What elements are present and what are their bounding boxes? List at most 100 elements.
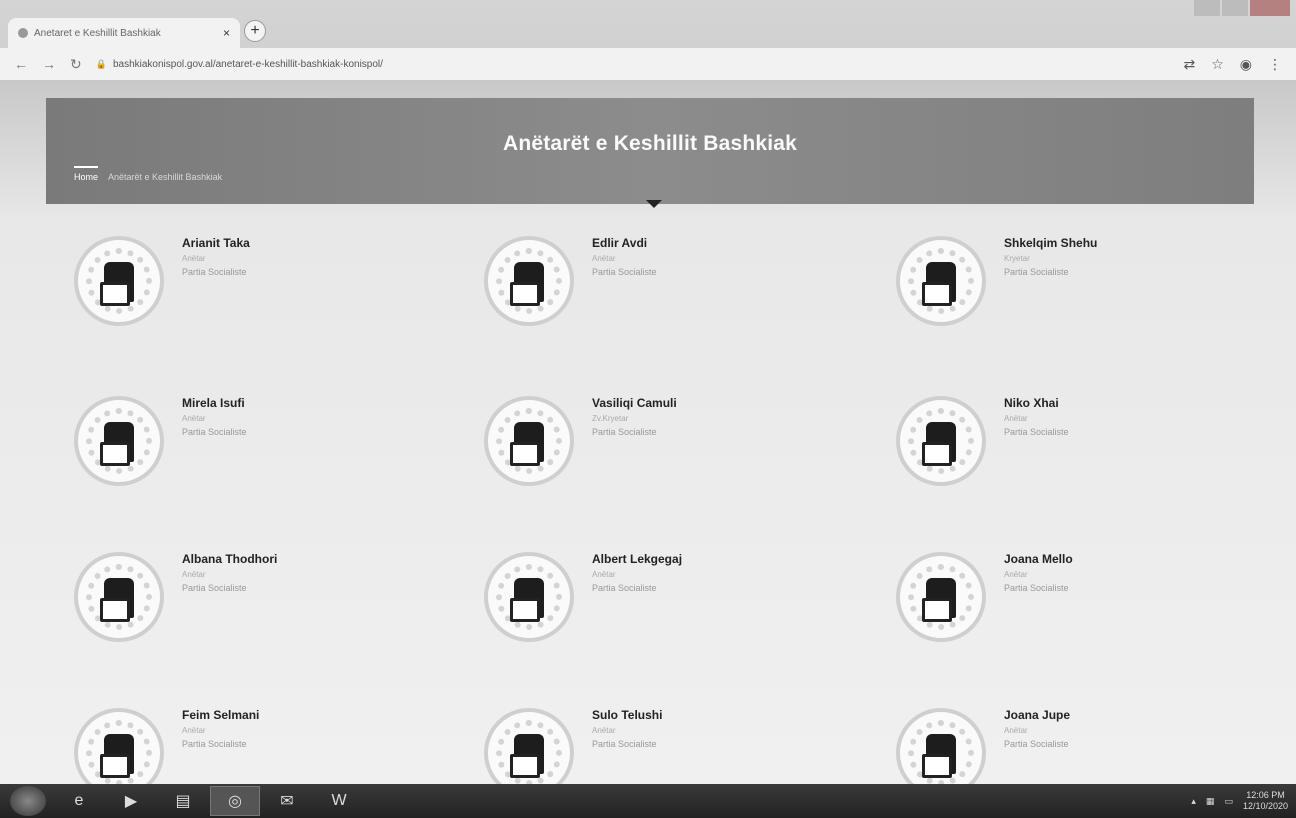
member-name: Mirela Isufi	[182, 396, 245, 410]
breadcrumb-current: Anëtarët e Keshillit Bashkiak	[108, 172, 223, 182]
member-card[interactable]: Shkelqim Shehu Kryetar Partia Socialiste	[868, 226, 1268, 376]
browser-toolbar: ← → ↻ 🔒 bashkiakonispol.gov.al/anetaret-…	[0, 48, 1296, 80]
member-party: Partia Socialiste	[182, 583, 247, 593]
member-role: Kryetar	[1004, 254, 1030, 263]
url-text: bashkiakonispol.gov.al/anetaret-e-keshil…	[112, 58, 383, 70]
menu-icon[interactable]: ⋮	[1268, 56, 1282, 73]
member-name: Feim Selmani	[182, 708, 260, 722]
party-logo-icon	[484, 396, 574, 486]
member-party: Partia Socialiste	[592, 267, 657, 277]
member-party: Partia Socialiste	[182, 427, 247, 437]
clock[interactable]: 12:06 PM 12/10/2020	[1243, 790, 1288, 812]
member-name: Niko Xhai	[1004, 396, 1059, 410]
back-icon[interactable]: ←	[14, 56, 28, 72]
member-card[interactable]: Mirela Isufi Anëtar Partia Socialiste	[46, 386, 446, 536]
internet-explorer-icon[interactable]: e	[54, 786, 104, 816]
member-card[interactable]: Edlir Avdi Anëtar Partia Socialiste	[456, 226, 856, 376]
member-name: Sulo Telushi	[592, 708, 663, 722]
member-role: Anëtar	[592, 726, 616, 735]
member-card[interactable]: Albert Lekgegaj Anëtar Partia Socialiste	[456, 542, 856, 692]
window-controls	[1194, 0, 1290, 16]
party-logo-icon	[74, 552, 164, 642]
browser-chrome: Anetaret e Keshillit Bashkiak × + ← → ↻ …	[0, 0, 1296, 80]
member-name: Shkelqim Shehu	[1004, 236, 1098, 250]
start-button[interactable]	[10, 786, 46, 816]
member-party: Partia Socialiste	[182, 267, 247, 277]
clock-date: 12/10/2020	[1242, 801, 1288, 811]
page-content: Anëtarët e Keshillit Bashkiak Home Anëta…	[0, 80, 1296, 784]
party-logo-icon	[484, 236, 574, 326]
member-party: Partia Socialiste	[1004, 267, 1069, 277]
party-logo-icon	[896, 236, 986, 326]
minimize-button[interactable]	[1194, 0, 1220, 16]
file-explorer-icon[interactable]: ▤	[158, 786, 208, 816]
member-role: Anëtar	[182, 414, 206, 423]
member-role: Anëtar	[1004, 414, 1028, 423]
page-title: Anëtarët e Keshillit Bashkiak	[502, 132, 798, 155]
party-logo-icon	[896, 708, 986, 784]
address-bar[interactable]: 🔒 bashkiakonispol.gov.al/anetaret-e-kesh…	[96, 59, 1170, 70]
clock-time: 12:06 PM	[1246, 790, 1285, 800]
member-name: Vasiliqi Camuli	[592, 396, 677, 410]
system-tray: ▴ ▦ ▭ 12:06 PM 12/10/2020	[1191, 790, 1296, 812]
notification-icon[interactable]: ▭	[1224, 796, 1233, 807]
member-role: Anëtar	[592, 570, 616, 579]
breadcrumb-home[interactable]: Home	[74, 166, 99, 182]
member-card[interactable]: Vasiliqi Camuli Zv.Kryetar Partia Social…	[456, 386, 856, 536]
close-icon[interactable]: ×	[223, 26, 230, 40]
party-logo-icon	[484, 708, 574, 784]
media-player-icon[interactable]: ▶	[106, 786, 156, 816]
new-tab-button[interactable]: +	[244, 20, 266, 42]
network-icon[interactable]: ▦	[1206, 796, 1215, 807]
reload-icon[interactable]: ↻	[70, 56, 82, 73]
member-role: Anëtar	[182, 570, 206, 579]
maximize-button[interactable]	[1222, 0, 1248, 16]
translate-icon[interactable]: ⇄	[1183, 56, 1195, 73]
member-card[interactable]: Albana Thodhori Anëtar Partia Socialiste	[46, 542, 446, 692]
member-party: Partia Socialiste	[182, 739, 247, 749]
party-logo-icon	[74, 396, 164, 486]
favicon-icon	[18, 28, 28, 38]
member-card[interactable]: Niko Xhai Anëtar Partia Socialiste	[868, 386, 1268, 536]
member-party: Partia Socialiste	[1004, 427, 1069, 437]
member-name: Arianit Taka	[182, 236, 250, 250]
member-party: Partia Socialiste	[592, 739, 657, 749]
caret-down-icon	[646, 200, 662, 208]
member-role: Zv.Kryetar	[592, 414, 629, 423]
hero-banner: Anëtarët e Keshillit Bashkiak Home Anëta…	[46, 98, 1254, 204]
member-name: Albana Thodhori	[182, 552, 278, 566]
party-logo-icon	[74, 708, 164, 784]
browser-tab[interactable]: Anetaret e Keshillit Bashkiak ×	[8, 18, 240, 48]
member-party: Partia Socialiste	[592, 583, 657, 593]
party-logo-icon	[484, 552, 574, 642]
member-card[interactable]: Arianit Taka Anëtar Partia Socialiste	[46, 226, 446, 376]
outlook-icon[interactable]: ✉	[262, 786, 312, 816]
member-party: Partia Socialiste	[1004, 739, 1069, 749]
member-role: Anëtar	[592, 254, 616, 263]
member-name: Albert Lekgegaj	[592, 552, 683, 566]
member-card[interactable]: Joana Jupe Anëtar Partia Socialiste	[868, 698, 1268, 784]
profile-icon[interactable]: ◉	[1240, 56, 1252, 73]
party-logo-icon	[896, 552, 986, 642]
member-name: Joana Mello	[1004, 552, 1073, 566]
party-logo-icon	[896, 396, 986, 486]
member-name: Joana Jupe	[1004, 708, 1071, 722]
forward-icon[interactable]: →	[42, 56, 56, 72]
member-role: Anëtar	[1004, 570, 1028, 579]
breadcrumb: Home Anëtarët e Keshillit Bashkiak	[74, 166, 223, 182]
tab-title: Anetaret e Keshillit Bashkiak	[34, 27, 161, 39]
member-card[interactable]: Sulo Telushi Anëtar Partia Socialiste	[456, 698, 856, 784]
member-role: Anëtar	[182, 254, 206, 263]
word-icon[interactable]: W	[314, 786, 364, 816]
party-logo-icon	[74, 236, 164, 326]
member-role: Anëtar	[182, 726, 206, 735]
chrome-icon[interactable]: ◎	[210, 786, 260, 816]
member-name: Edlir Avdi	[592, 236, 648, 250]
tray-arrow-icon[interactable]: ▴	[1191, 796, 1196, 807]
close-window-button[interactable]	[1250, 0, 1290, 16]
star-icon[interactable]: ☆	[1211, 56, 1224, 73]
member-card[interactable]: Joana Mello Anëtar Partia Socialiste	[868, 542, 1268, 692]
member-party: Partia Socialiste	[1004, 583, 1069, 593]
member-party: Partia Socialiste	[592, 427, 657, 437]
member-card[interactable]: Feim Selmani Anëtar Partia Socialiste	[46, 698, 446, 784]
